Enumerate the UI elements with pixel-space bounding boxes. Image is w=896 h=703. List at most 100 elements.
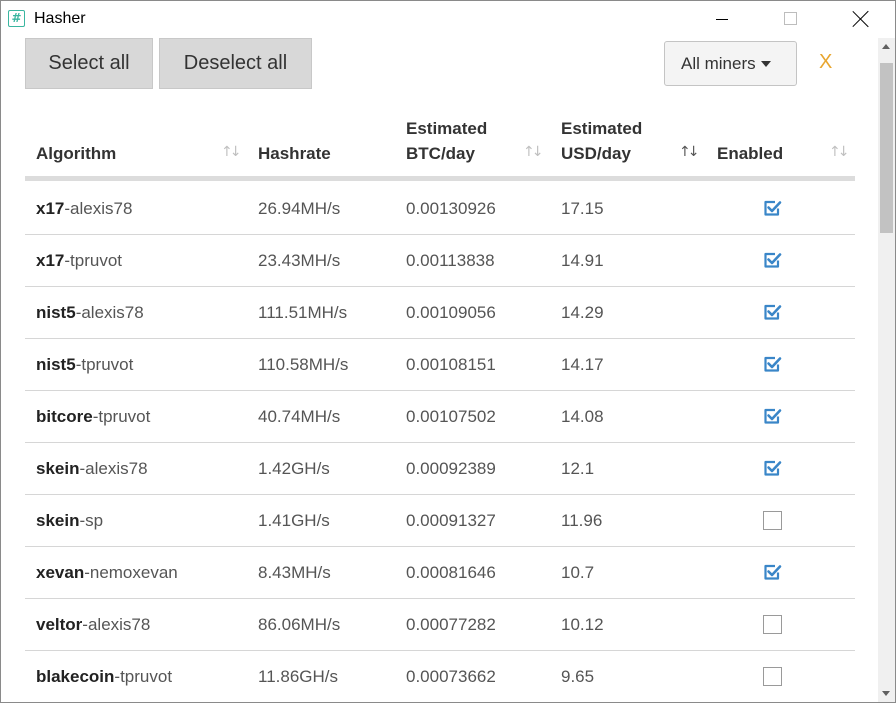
btc-day-cell: 0.00113838 (406, 251, 495, 270)
miner-name: -alexis78 (75, 303, 144, 322)
usd-day-cell: 11.96 (561, 511, 603, 530)
scrollbar-thumb[interactable] (880, 63, 893, 233)
algorithm-name: x17 (36, 251, 65, 270)
usd-day-cell: 12.1 (561, 459, 595, 478)
miner-name: -alexis78 (79, 459, 148, 478)
window-title: Hasher (34, 10, 86, 27)
algorithm-cell: bitcore-tpruvot (36, 407, 150, 427)
checkbox-checked-icon[interactable] (763, 407, 782, 426)
checkbox-checked-icon[interactable] (763, 459, 782, 478)
algorithm-cell: blakecoin-tpruvot (36, 667, 172, 687)
vertical-scrollbar[interactable] (878, 38, 895, 702)
btc-day-cell: 0.00091327 (406, 511, 496, 530)
table-row[interactable]: blakecoin-tpruvot 11.86GH/s 0.00073662 9.65 (25, 651, 855, 702)
miner-name: -tpruvot (114, 667, 173, 686)
title-bar: # Hasher (1, 1, 895, 37)
sort-arrows-icon[interactable]: ↑↓ (829, 144, 850, 160)
hashrate-cell: 40.74MH/s (258, 407, 341, 426)
table-row[interactable]: x17-tpruvot 23.43MH/s 0.00113838 14.91 (25, 235, 855, 287)
algorithm-name: nist5 (36, 303, 76, 322)
column-header-algorithm[interactable]: Algorithm (36, 141, 116, 166)
algorithm-name: veltor (36, 615, 83, 634)
scroll-down-arrow-icon[interactable] (882, 691, 890, 696)
algorithm-cell: nist5-alexis78 (36, 303, 144, 323)
miner-name: -alexis78 (64, 199, 133, 218)
miner-name: -tpruvot (64, 251, 123, 270)
table-row[interactable]: x17-alexis78 26.94MH/s 0.00130926 17.15 (25, 183, 855, 235)
hashrate-cell: 1.42GH/s (258, 459, 330, 478)
column-header-enabled[interactable]: Enabled (717, 141, 783, 166)
hashrate-cell: 110.58MH/s (258, 355, 349, 374)
clear-filter-button[interactable]: X (819, 51, 832, 74)
table-row[interactable]: veltor-alexis78 86.06MH/s 0.00077282 10.12 (25, 599, 855, 651)
btc-day-cell: 0.00077282 (406, 615, 496, 634)
hashrate-cell: 111.51MH/s (258, 303, 348, 322)
miners-dropdown-label: All miners (681, 54, 756, 73)
table-row[interactable]: xevan-nemoxevan 8.43MH/s 0.00081646 10.7 (25, 547, 855, 599)
miner-name: -sp (79, 511, 104, 530)
column-header-usd-day[interactable]: Estimated USD/day (561, 116, 642, 166)
checkbox-unchecked[interactable] (763, 511, 782, 530)
checkbox-checked-icon[interactable] (763, 303, 782, 322)
usd-day-cell: 10.7 (561, 563, 595, 582)
minimize-icon (716, 19, 728, 20)
maximize-icon (784, 12, 797, 25)
table-row[interactable]: nist5-tpruvot 110.58MH/s 0.00108151 14.17 (25, 339, 855, 391)
hashrate-cell: 23.43MH/s (258, 251, 341, 270)
close-button[interactable] (837, 1, 883, 37)
algorithm-name: bitcore (36, 407, 93, 426)
table-row[interactable]: nist5-alexis78 111.51MH/s 0.00109056 14.29 (25, 287, 855, 339)
algorithm-cell: nist5-tpruvot (36, 355, 133, 375)
usd-day-cell: 14.29 (561, 303, 604, 322)
algorithm-name: xevan (36, 563, 85, 582)
algorithm-name: skein (36, 459, 80, 478)
maximize-button[interactable] (767, 1, 813, 37)
usd-day-cell: 14.08 (561, 407, 604, 426)
hashrate-cell: 8.43MH/s (258, 563, 331, 582)
checkbox-unchecked[interactable] (763, 667, 782, 686)
checkbox-checked-icon[interactable] (763, 355, 782, 374)
sort-arrows-icon[interactable]: ↑↓ (221, 144, 242, 160)
checkbox-checked-icon[interactable] (763, 563, 782, 582)
algorithm-name: skein (36, 511, 80, 530)
table-row[interactable]: bitcore-tpruvot 40.74MH/s 0.00107502 14.08 (25, 391, 855, 443)
table-header: Algorithm ↑↓ Hashrate Estimated BTC/day ↑… (25, 101, 855, 181)
table-row[interactable]: skein-sp 1.41GH/s 0.00091327 11.96 (25, 495, 855, 547)
hasher-window: # Hasher Select all Deselect all All min… (0, 0, 896, 703)
deselect-all-button[interactable]: Deselect all (159, 38, 312, 89)
algorithm-cell: x17-tpruvot (36, 251, 122, 271)
hashrate-cell: 1.41GH/s (258, 511, 330, 530)
checkbox-unchecked[interactable] (763, 615, 782, 634)
usd-day-cell: 14.17 (561, 355, 604, 374)
hashrate-cell: 26.94MH/s (258, 199, 341, 218)
algorithm-cell: skein-alexis78 (36, 459, 148, 479)
usd-day-cell: 10.12 (561, 615, 604, 634)
scroll-up-arrow-icon[interactable] (882, 44, 890, 49)
btc-day-cell: 0.00107502 (406, 407, 496, 426)
algorithm-name: blakecoin (36, 667, 115, 686)
btc-day-cell: 0.00109056 (406, 303, 496, 322)
caret-down-icon (760, 61, 771, 67)
sort-arrows-icon[interactable]: ↑↓ (523, 144, 544, 160)
btc-day-cell: 0.00073662 (406, 667, 496, 686)
hashrate-cell: 11.86GH/s (258, 667, 339, 686)
miner-name: -alexis78 (82, 615, 151, 634)
btc-day-cell: 0.00081646 (406, 563, 496, 582)
btc-day-cell: 0.00092389 (406, 459, 496, 478)
checkbox-checked-icon[interactable] (763, 251, 782, 270)
usd-day-cell: 14.91 (561, 251, 604, 270)
btc-day-cell: 0.00108151 (406, 355, 496, 374)
hashrate-cell: 86.06MH/s (258, 615, 341, 634)
select-all-button[interactable]: Select all (25, 38, 153, 89)
miners-dropdown[interactable]: All miners (664, 41, 797, 86)
sort-arrows-active-icon[interactable]: ↑↓ (679, 144, 700, 160)
column-header-btc-day[interactable]: Estimated BTC/day (406, 116, 487, 166)
checkbox-checked-icon[interactable] (763, 199, 782, 218)
hash-icon: # (8, 10, 25, 27)
table-row[interactable]: skein-alexis78 1.42GH/s 0.00092389 12.1 (25, 443, 855, 495)
minimize-button[interactable] (701, 1, 747, 37)
column-header-hashrate[interactable]: Hashrate (258, 141, 331, 166)
miner-name: -tpruvot (92, 407, 151, 426)
algorithm-name: nist5 (36, 355, 76, 374)
algorithm-cell: xevan-nemoxevan (36, 563, 178, 583)
